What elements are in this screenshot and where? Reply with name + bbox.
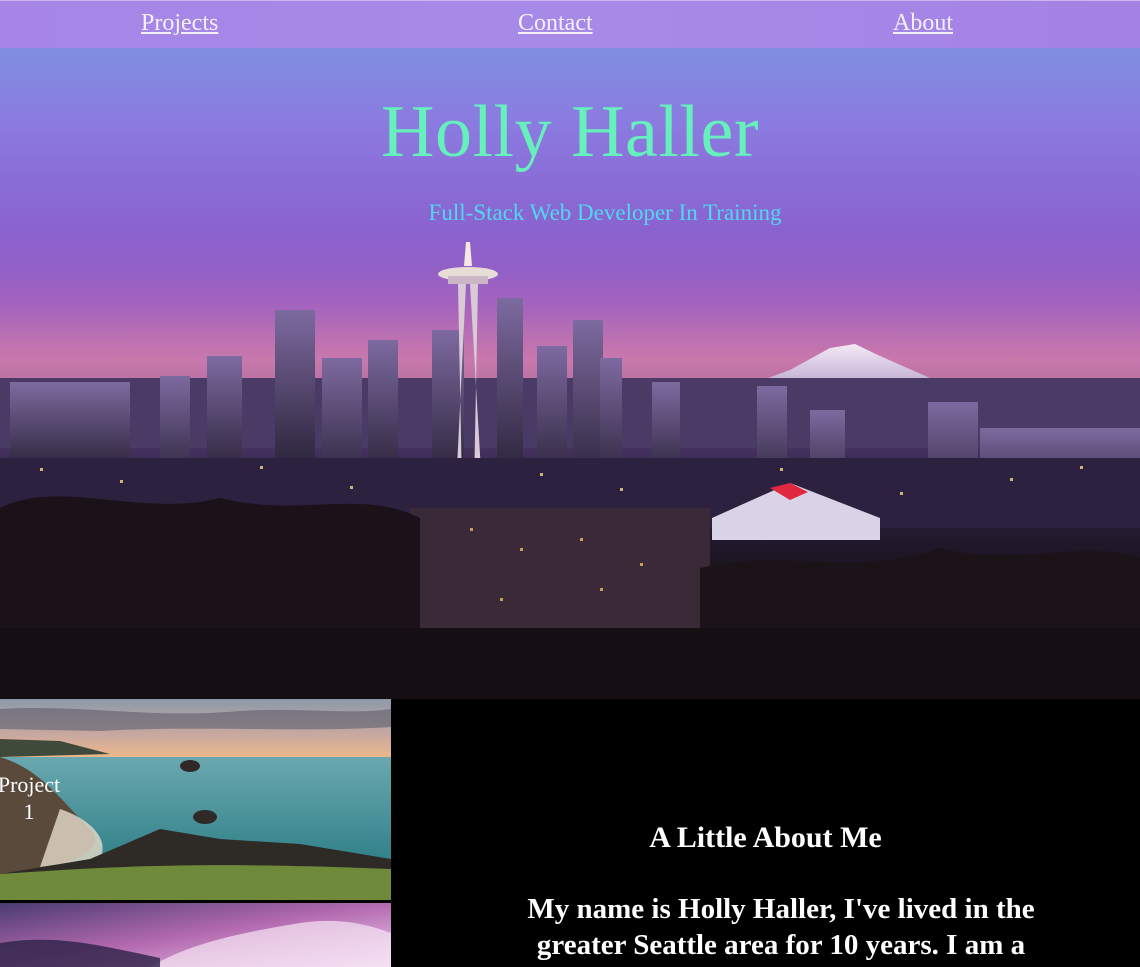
hero-section: Holly Haller Full-Stack Web Developer In… (0, 48, 1140, 699)
nav-link-about[interactable]: About (893, 10, 953, 37)
nav-link-contact[interactable]: Contact (518, 10, 593, 37)
project-tile-1[interactable]: Project 1 (0, 699, 391, 900)
sunset-photo-image (0, 903, 391, 967)
top-nav: Projects Contact About (0, 0, 1140, 48)
about-heading: A Little About Me (649, 821, 882, 854)
hero-subtitle: Full-Stack Web Developer In Training (428, 200, 782, 225)
nav-link-projects[interactable]: Projects (141, 10, 218, 37)
about-text: My name is Holly Haller, I've lived in t… (527, 893, 1035, 961)
project-label: Project 1 (0, 772, 61, 824)
about-section: A Little About Me My name is Holly Halle… (391, 699, 1140, 967)
project-tile-2[interactable] (0, 903, 391, 967)
hero-title: Holly Haller (381, 91, 759, 173)
